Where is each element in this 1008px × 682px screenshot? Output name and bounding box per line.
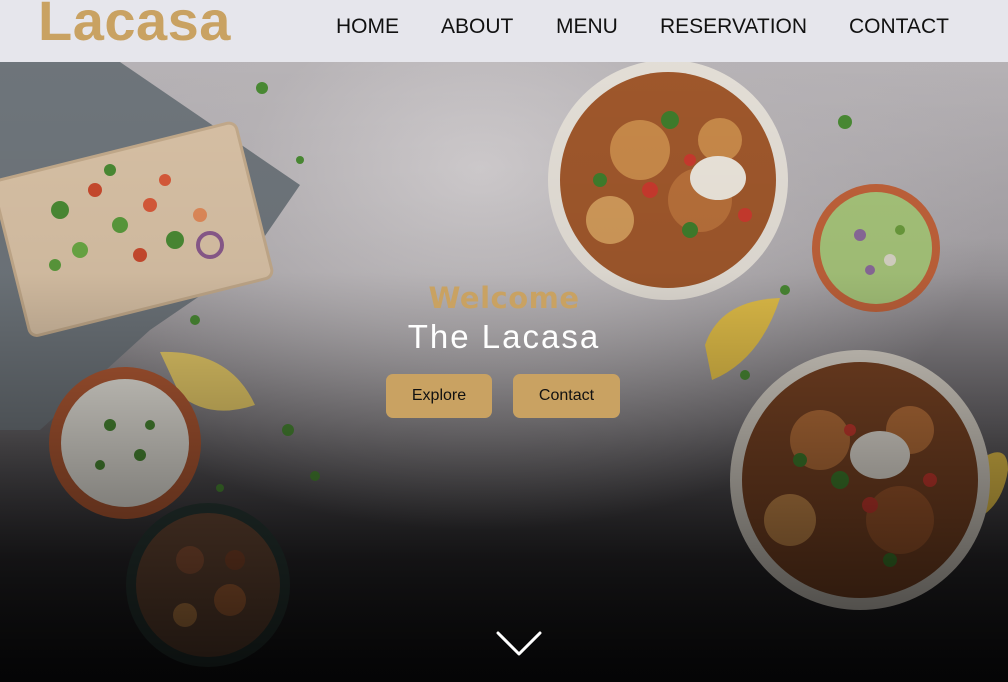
fries-bowl-bottom (730, 350, 990, 610)
contact-button[interactable]: Contact (513, 374, 620, 418)
nav-item-reservation[interactable]: RESERVATION (660, 16, 807, 37)
chevron-down-icon[interactable] (495, 630, 543, 658)
welcome-heading: Welcome (428, 281, 580, 315)
salad-bowl (126, 503, 290, 667)
nav-item-home[interactable]: HOME (336, 16, 399, 37)
fries-bowl-top (548, 60, 788, 300)
explore-button[interactable]: Explore (386, 374, 492, 418)
nav-item-menu[interactable]: MENU (556, 16, 618, 37)
top-navbar: Lacasa HOME ABOUT MENU RESERVATION CONTA… (0, 0, 1008, 62)
hero-title: The Lacasa (407, 318, 601, 355)
nav-item-about[interactable]: ABOUT (441, 16, 513, 37)
nav-item-contact[interactable]: CONTACT (849, 16, 949, 37)
dip-bowl (49, 367, 201, 519)
nav-menu: HOME ABOUT MENU RESERVATION CONTACT (0, 0, 1008, 62)
